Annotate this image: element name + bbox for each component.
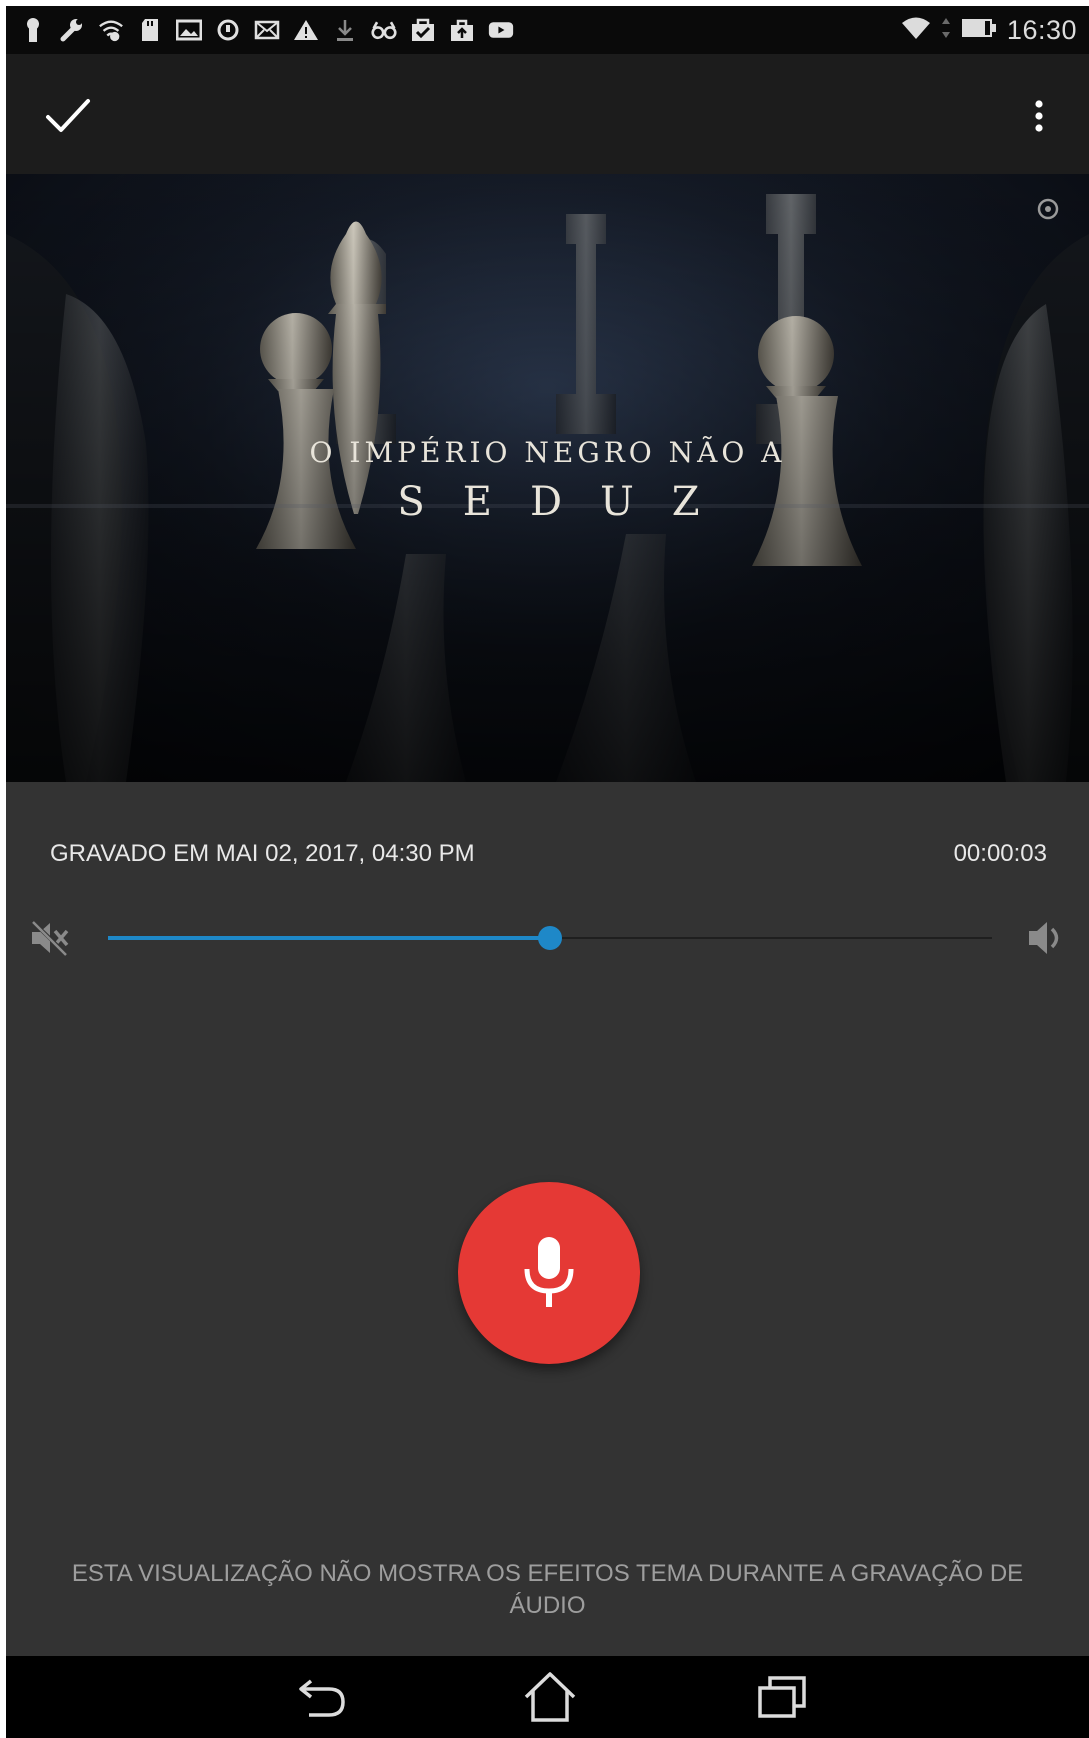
recents-icon (758, 1676, 806, 1718)
preview-notice: ESTA VISUALIZAÇÃO NÃO MOSTRA OS EFEITOS … (71, 1560, 1024, 1619)
more-options-button[interactable] (1019, 88, 1059, 144)
rotate-icon[interactable] (1035, 196, 1061, 222)
back-button[interactable] (293, 1668, 353, 1726)
system-status: 16:30 (901, 12, 1077, 48)
wifi-lock-icon (98, 17, 124, 43)
briefcase-upload-icon (449, 17, 475, 43)
check-icon (46, 99, 90, 132)
youtube-icon (488, 17, 514, 43)
screen: 16:30 O IMPÉRIO NEGRO NÃO A SEDUZ GRAVAD… (6, 6, 1089, 1738)
glasses-icon (371, 17, 397, 43)
notification-icons (20, 14, 514, 46)
image-icon (176, 17, 202, 43)
volume-up-icon[interactable] (1025, 916, 1069, 960)
duration-label: 00:00:03 (953, 840, 1047, 867)
more-vert-icon (1035, 100, 1043, 132)
clipboard-check-icon (410, 17, 436, 43)
home-button[interactable] (520, 1668, 580, 1726)
video-caption-line1: O IMPÉRIO NEGRO NÃO A (309, 436, 786, 469)
sync-icon (215, 17, 241, 43)
clock: 16:30 (1006, 14, 1077, 45)
battery-icon (961, 17, 997, 44)
keyhole-icon (20, 17, 46, 43)
back-icon (299, 1679, 345, 1717)
wifi-icon (901, 15, 931, 46)
status-bar: 16:30 (6, 6, 1089, 54)
volume-slider-fill (108, 936, 550, 940)
microphone-icon (524, 1237, 574, 1307)
sd-card-icon (137, 17, 163, 43)
home-icon (524, 1672, 576, 1722)
recents-button[interactable] (752, 1668, 812, 1726)
done-button[interactable] (40, 88, 96, 144)
mail-icon (254, 17, 280, 43)
app-bar (6, 54, 1089, 174)
navigation-bar (6, 1656, 1089, 1738)
record-audio-button[interactable] (458, 1182, 640, 1364)
data-arrows-icon (941, 17, 951, 44)
warning-icon (293, 17, 319, 43)
volume-slider[interactable] (108, 926, 992, 950)
download-icon (332, 17, 358, 43)
volume-mute-icon[interactable] (28, 916, 72, 960)
wrench-icon (59, 17, 85, 43)
recorded-date-label: GRAVADO EM MAI 02, 2017, 04:30 PM (50, 840, 475, 867)
video-preview[interactable]: O IMPÉRIO NEGRO NÃO A SEDUZ (6, 174, 1089, 782)
chess-scene-image (6, 174, 1089, 782)
video-caption-line2: SEDUZ (397, 479, 738, 525)
volume-slider-thumb[interactable] (538, 926, 562, 950)
